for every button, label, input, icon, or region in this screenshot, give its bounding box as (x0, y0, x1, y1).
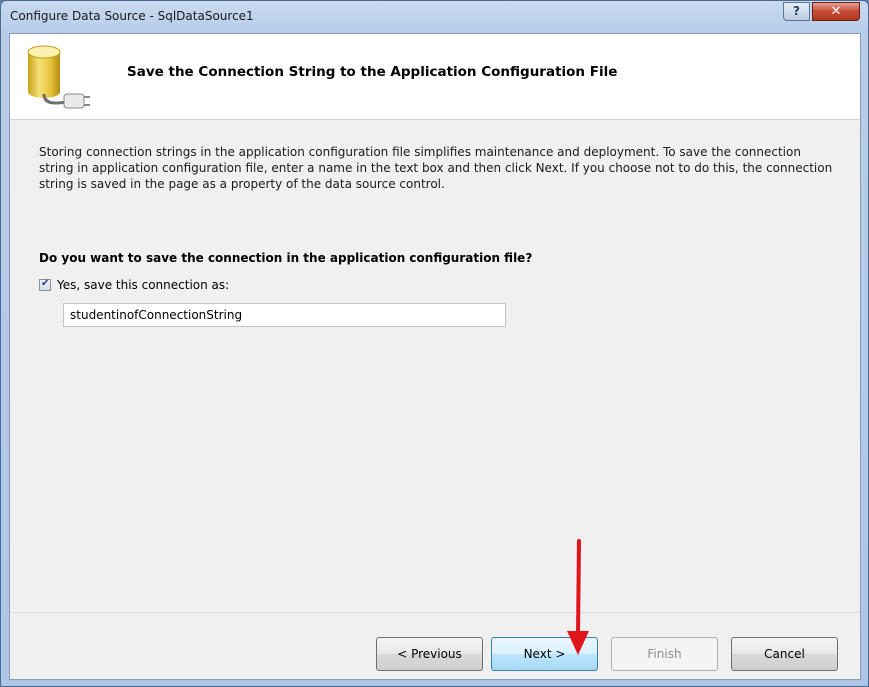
window-title: Configure Data Source - SqlDataSource1 (10, 9, 254, 23)
save-connection-checkbox[interactable] (39, 278, 51, 291)
database-plug-icon (27, 45, 90, 109)
page-title: Save the Connection String to the Applic… (127, 64, 618, 80)
dialog-window: Configure Data Source - SqlDataSource1 ?… (0, 0, 869, 687)
finish-button[interactable]: Finish (611, 637, 718, 671)
previous-button[interactable]: < Previous (376, 637, 483, 671)
save-question: Do you want to save the connection in th… (39, 251, 533, 265)
footer-divider (10, 612, 860, 613)
connection-name-input[interactable]: studentinofConnectionString (63, 303, 506, 327)
save-connection-label: Yes, save this connection as: (57, 278, 230, 292)
title-bar[interactable]: Configure Data Source - SqlDataSource1 ?… (1, 1, 868, 31)
help-button[interactable]: ? (783, 2, 810, 21)
wizard-header: Save the Connection String to the Applic… (10, 34, 860, 120)
red-arrow-icon (567, 539, 589, 655)
dialog-body: Save the Connection String to the Applic… (9, 33, 861, 680)
close-button[interactable]: ✕ (812, 2, 860, 21)
save-connection-option[interactable]: Yes, save this connection as: (39, 278, 229, 292)
description-text: Storing connection strings in the applic… (39, 145, 833, 191)
cancel-button[interactable]: Cancel (731, 637, 838, 671)
